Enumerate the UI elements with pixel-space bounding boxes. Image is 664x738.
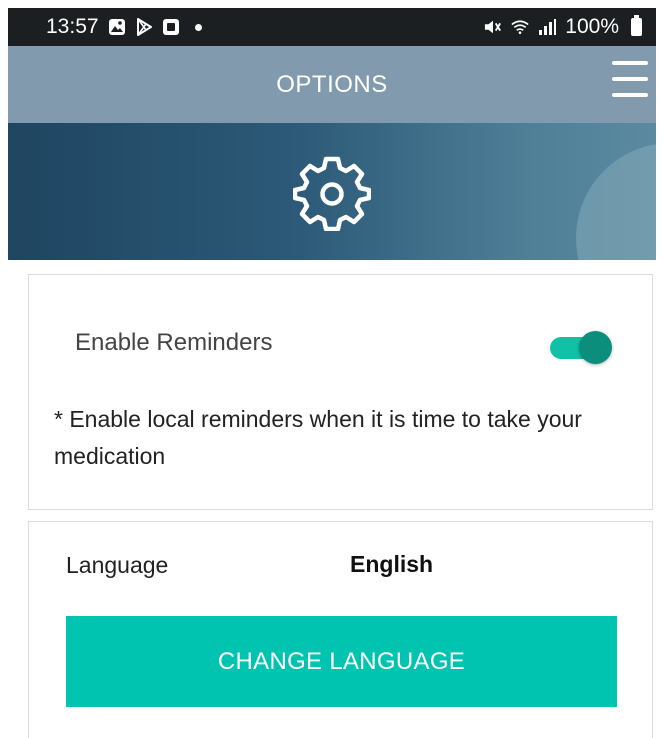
status-bar: 13:57 100% [8, 8, 656, 46]
battery-percent: 100% [565, 15, 619, 38]
status-time: 13:57 [46, 15, 99, 38]
app-header: OPTIONS [8, 46, 656, 123]
play-store-icon [135, 18, 153, 36]
status-right: 100% [484, 15, 642, 39]
battery-icon [631, 15, 642, 36]
change-language-button[interactable]: CHANGE LANGUAGE [66, 616, 617, 707]
language-label: Language [66, 552, 169, 578]
menu-line [612, 93, 648, 97]
options-banner [8, 123, 656, 260]
dot-icon [194, 23, 202, 31]
hamburger-menu-icon[interactable] [612, 58, 648, 100]
menu-line [612, 61, 648, 65]
banner-decoration [576, 143, 656, 260]
page-title: OPTIONS [276, 70, 388, 98]
enable-reminders-label: Enable Reminders [75, 329, 273, 356]
menu-line [612, 77, 648, 81]
gallery-icon [108, 18, 126, 36]
language-value: English [350, 551, 434, 577]
signal-icon [538, 18, 557, 36]
reminders-card: Enable Reminders * Enable local reminder… [28, 274, 653, 510]
toggle-knob [579, 331, 612, 364]
language-card: Language English CHANGE LANGUAGE [28, 521, 653, 738]
wifi-icon [511, 18, 529, 36]
enable-reminders-toggle[interactable] [548, 330, 612, 364]
square-app-icon [162, 18, 180, 36]
mute-icon [484, 18, 502, 36]
reminders-description: * Enable local reminders when it is time… [54, 406, 582, 469]
status-left: 13:57 [46, 15, 202, 39]
gear-icon [293, 156, 371, 231]
